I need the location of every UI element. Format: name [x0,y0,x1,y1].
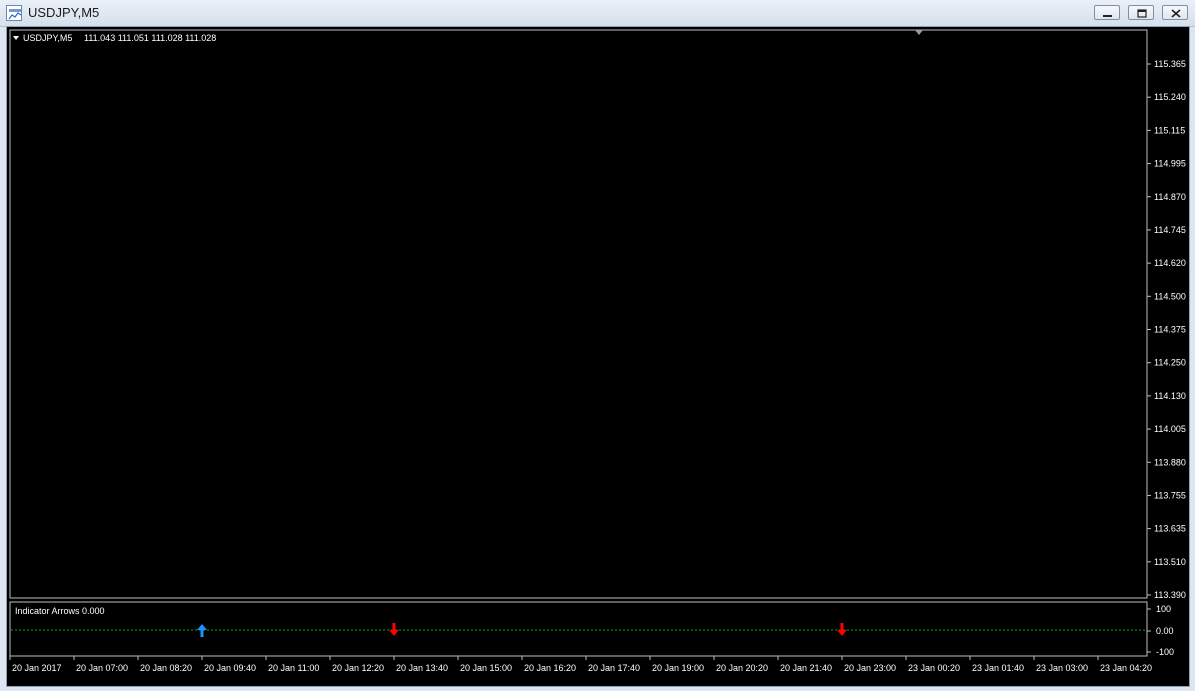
indicator-tick-label: 0.00 [1156,626,1174,636]
close-icon [1171,9,1181,18]
minimize-icon [1103,15,1112,17]
time-tick-label: 23 Jan 03:00 [1036,663,1088,673]
window-titlebar: USDJPY,M5 [0,0,1195,27]
price-tick-label: 113.510 [1154,557,1186,567]
restore-button[interactable] [1128,5,1154,20]
price-tick-label: 114.250 [1154,358,1186,368]
time-tick-label: 20 Jan 23:00 [844,663,896,673]
arrow-head [837,630,847,636]
price-tick-label: 114.620 [1154,258,1186,268]
indicator-tick-label: 100 [1156,604,1171,614]
arrow-head [389,630,399,636]
restore-icon [1137,9,1147,18]
indicator-tick-label: -100 [1156,647,1174,657]
time-tick-label: 20 Jan 16:20 [524,663,576,673]
time-tick-label: 20 Jan 17:40 [588,663,640,673]
price-tick-label: 114.375 [1154,325,1186,335]
chart-shift-marker[interactable] [915,30,923,35]
main-plot-border [9,29,1148,599]
arrow-down-icon [389,623,399,636]
close-button[interactable] [1162,5,1188,20]
price-tick-label: 115.365 [1154,59,1186,69]
price-tick-label: 114.745 [1154,225,1186,235]
price-tick-label: 114.995 [1154,159,1186,169]
arrow-shaft [200,629,204,637]
time-axis: 20 Jan 2017 20 Jan 07:00 20 Jan 08:20 20 Ja… [9,656,1152,673]
arrow-shaft [392,623,396,631]
price-tick-label: 114.005 [1154,424,1186,434]
time-tick-label: 20 Jan 09:40 [204,663,256,673]
indicator-plot-border [9,601,1148,657]
indicator-scale: 100 0.00 -100 [1147,604,1174,657]
time-tick-label: 20 Jan 12:20 [332,663,384,673]
price-tick-label: 115.115 [1154,125,1185,135]
price-tick-label: 113.880 [1154,457,1186,467]
time-tick-label: 20 Jan 21:40 [780,663,832,673]
time-tick-label: 20 Jan 07:00 [76,663,128,673]
chart-window-icon [6,5,22,21]
minimize-button[interactable] [1094,5,1120,20]
price-axis: 115.365 115.240 115.115 114.995 114.870 114.7… [1147,59,1186,600]
price-tick-label: 113.390 [1154,590,1186,600]
time-tick-label: 20 Jan 13:40 [396,663,448,673]
arrow-up-icon [197,624,207,637]
price-tick-label: 114.500 [1154,291,1186,301]
price-chart[interactable]: USDJPY,M5 111.043 111.051 111.028 111.02… [7,27,1189,686]
symbol-dropdown-icon[interactable] [13,36,19,40]
chart-frame[interactable]: USDJPY,M5 111.043 111.051 111.028 111.02… [6,26,1190,687]
price-tick-label: 114.130 [1154,391,1186,401]
indicator-label: Indicator Arrows 0.000 [15,606,105,616]
chart-symbol: USDJPY,M5 [23,33,72,43]
price-tick-label: 113.755 [1154,490,1186,500]
time-tick-label: 23 Jan 00:20 [908,663,960,673]
arrow-down-icon [837,623,847,636]
chart-ohlc-values: 111.043 111.051 111.028 111.028 [84,33,216,43]
price-tick-label: 115.240 [1154,92,1186,102]
time-tick-label: 20 Jan 11:00 [268,663,319,673]
arrow-shaft [840,623,844,631]
window-title: USDJPY,M5 [28,5,100,20]
time-tick-label: 20 Jan 15:00 [460,663,512,673]
time-tick-label: 20 Jan 19:00 [652,663,704,673]
time-tick-label: 23 Jan 04:20 [1100,663,1152,673]
time-tick-label: 23 Jan 01:40 [972,663,1024,673]
price-tick-label: 114.870 [1154,192,1186,202]
price-tick-label: 113.635 [1154,524,1186,534]
time-tick-label: 20 Jan 08:20 [140,663,192,673]
time-tick-label: 20 Jan 2017 [12,663,62,673]
time-tick-label: 20 Jan 20:20 [716,663,768,673]
